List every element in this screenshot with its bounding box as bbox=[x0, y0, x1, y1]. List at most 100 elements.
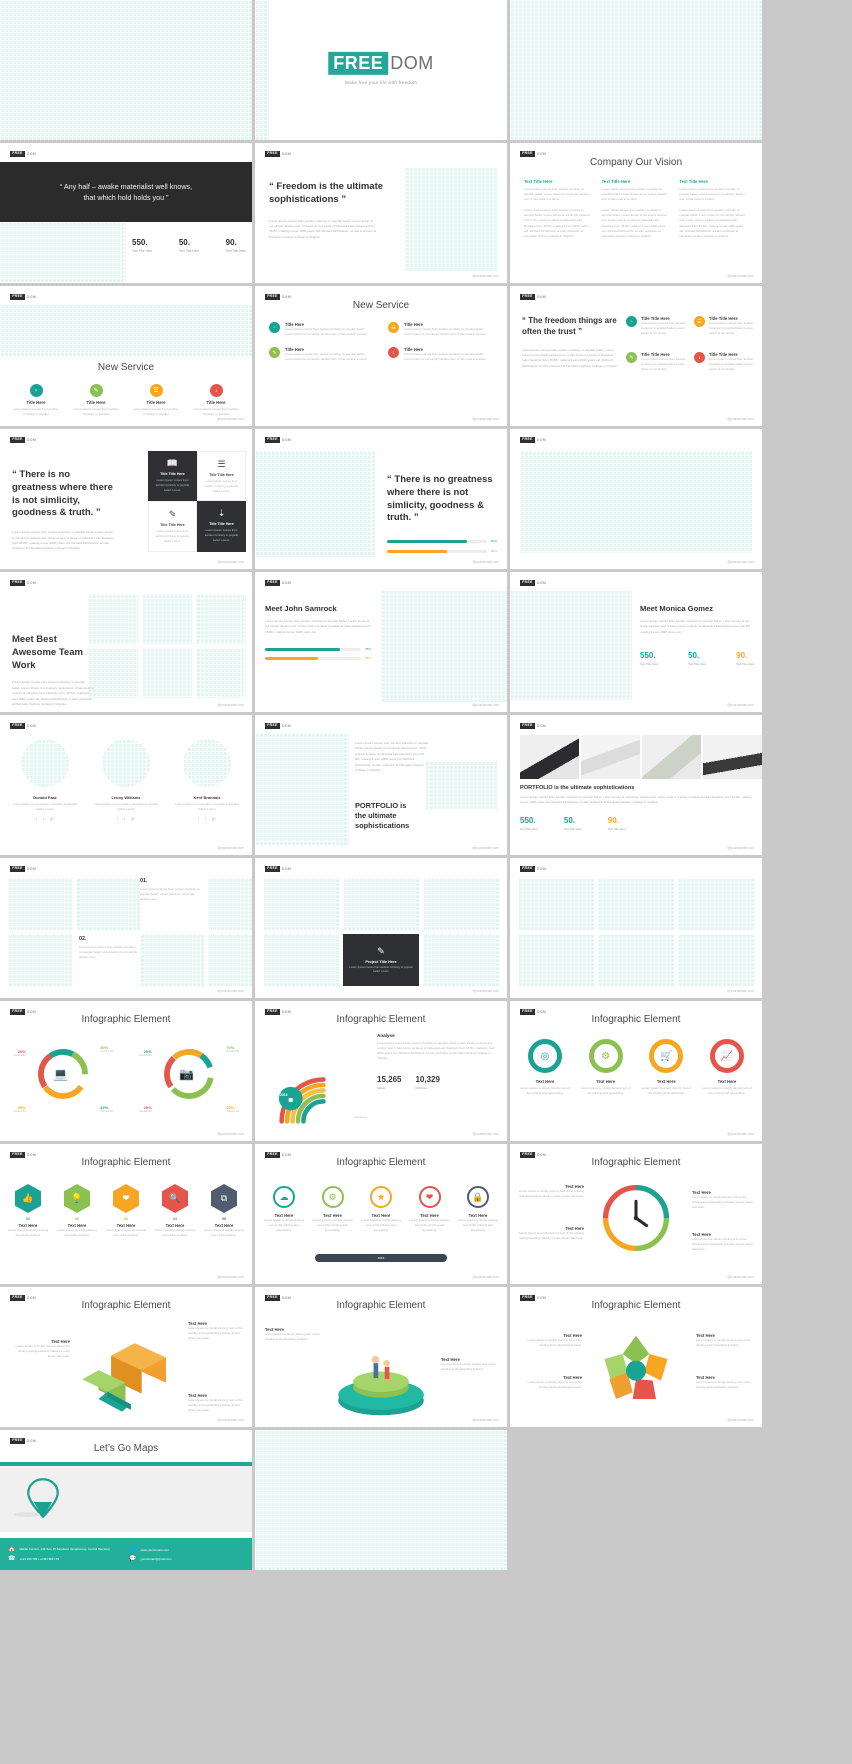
contact-item[interactable]: 🌐 www.yourdomain.com bbox=[129, 1546, 244, 1553]
team-photo-placeholder[interactable] bbox=[196, 648, 246, 698]
slide-infographic-hex[interactable]: FREE DOM Infographic Element 👍 01 Text He… bbox=[0, 1144, 252, 1284]
team-photo-placeholder[interactable] bbox=[142, 648, 192, 698]
social-links[interactable]: f t g+ bbox=[10, 817, 80, 821]
slide-quote-dark[interactable]: FREE DOM “ Any half – awake materialist w… bbox=[0, 143, 252, 283]
circle-item[interactable]: 🔒 Text Here Lorem Ipsum is simply dummy … bbox=[457, 1186, 499, 1233]
portfolio-cell[interactable] bbox=[518, 934, 594, 986]
hex-item[interactable]: ❤ 03 Text Here Lorem Ipsum is simply dum… bbox=[104, 1184, 148, 1238]
portfolio-photo[interactable] bbox=[520, 735, 579, 779]
service-item[interactable]: ↓ Title Here Lorem Ipsum comes from sect… bbox=[186, 384, 246, 417]
portfolio-photo[interactable] bbox=[703, 735, 762, 779]
team-member-card[interactable]: Donald Faaz Lorem Ipsum is not random. C… bbox=[10, 739, 80, 821]
slide-portfolio-grid[interactable]: FREE DOM @yourdomain.com bbox=[510, 858, 762, 998]
slide-maps[interactable]: FREE DOM Let’s Go Maps 🏠 Middle Centers, … bbox=[0, 1430, 252, 1570]
circle-item[interactable]: ❤ Text Here Lorem Ipsum is simply dummy … bbox=[409, 1186, 451, 1233]
ring-item[interactable]: ◎ Text Here Lorem Ipsum is simply dummy … bbox=[518, 1039, 572, 1096]
portfolio-cell[interactable] bbox=[140, 934, 204, 986]
portfolio-cell[interactable] bbox=[76, 878, 140, 930]
circle-item[interactable]: ⚙ Text Here Lorem Ipsum is simply dummy … bbox=[312, 1186, 354, 1233]
greatness-tile[interactable]: ⇣ Title Title Here Lorem Ipsum comes fro… bbox=[197, 501, 246, 552]
slide-infographic-3d-arc[interactable]: FREE DOM Infographic Element Text Here Lo… bbox=[0, 1287, 252, 1427]
slide-blank-pattern-a[interactable]: FREE DOM @yourdomain.com bbox=[510, 429, 762, 569]
slide-team-work[interactable]: FREE DOM Meet Best Awesome Team Work Lore… bbox=[0, 572, 252, 712]
trust-item[interactable]: ▫ Title Title Here Lorem Ipsum comes from… bbox=[626, 316, 686, 336]
slide-numbered-portfolio[interactable]: FREE DOM 02. Lorem Ipsum comes from secti… bbox=[0, 858, 252, 998]
project-cell[interactable] bbox=[423, 934, 499, 986]
slide-team-members[interactable]: FREE DOM Donald Faaz Lorem Ipsum is not r… bbox=[0, 715, 252, 855]
service-item[interactable]: ☰ Title Here Lorem Ipsum comes from secti… bbox=[388, 322, 493, 337]
hex-item[interactable]: 💡 02 Text Here Lorem Ipsum is simply dum… bbox=[55, 1184, 99, 1238]
ring-item[interactable]: ⚙ Text Here Lorem Ipsum is simply dummy … bbox=[579, 1039, 633, 1096]
greatness-tile[interactable]: ☰ Title Title Here Lorem Ipsum comes fro… bbox=[197, 451, 246, 502]
slide-end-pattern[interactable] bbox=[255, 1430, 507, 1570]
social-links[interactable]: f t g+ bbox=[91, 817, 161, 821]
ring-item[interactable]: 📈 Text Here Lorem Ipsum is simply dummy … bbox=[700, 1039, 754, 1096]
slide-meet-monica[interactable]: FREE DOM Meet Monica Gomez Lorem Ipsum co… bbox=[510, 572, 762, 712]
team-member-card[interactable]: Kent Brandals Lorem Ipsum is not random.… bbox=[172, 739, 242, 821]
slide-new-service-b[interactable]: FREE DOM New Service ▫ Title Here Lorem Ip… bbox=[255, 286, 507, 426]
ring-item[interactable]: 🛒 Text Here Lorem Ipsum is simply dummy … bbox=[639, 1039, 693, 1096]
map-canvas[interactable] bbox=[0, 1466, 252, 1532]
team-photo-placeholder[interactable] bbox=[88, 648, 138, 698]
slide-infographic-circles[interactable]: FREE DOM Infographic Element ☁ Text Here … bbox=[255, 1144, 507, 1284]
slide-company-vision[interactable]: FREE DOM Company Our Vision Text Title He… bbox=[510, 143, 762, 283]
greatness-tile[interactable]: ✎ Title Title Here Lorem Ipsum comes fro… bbox=[148, 501, 197, 552]
trust-item[interactable]: ☰ Title Title Here Lorem Ipsum comes from… bbox=[694, 316, 754, 336]
contact-item[interactable]: ☎ +123 456 789 / +2424 5837 83 bbox=[8, 1555, 123, 1562]
slide-infographic-island[interactable]: FREE DOM Infographic Element Text Here Lo… bbox=[255, 1287, 507, 1427]
portfolio-photo[interactable] bbox=[642, 735, 701, 779]
service-item[interactable]: ▫ Title Here Lorem Ipsum comes from secti… bbox=[269, 322, 374, 337]
portfolio-cell[interactable] bbox=[598, 934, 674, 986]
portfolio-cell[interactable] bbox=[678, 934, 754, 986]
slide-freedom-trust[interactable]: FREE DOM “ The freedom things are often t… bbox=[510, 286, 762, 426]
slide-greatness-bars[interactable]: FREE DOM “ There is no greatness where th… bbox=[255, 429, 507, 569]
slide-project-tile[interactable]: FREE DOM ✎ Project Title Here Lorem Ipsum… bbox=[255, 858, 507, 998]
project-feature-tile[interactable]: ✎ Project Title Here Lorem Ipsum comes f… bbox=[343, 934, 419, 986]
project-cell[interactable] bbox=[263, 934, 339, 986]
slide-freedom-ultimate[interactable]: FREE DOM “ Freedom is the ultimate sophis… bbox=[255, 143, 507, 283]
hex-item[interactable]: 👍 01 Text Here Lorem Ipsum is simply dum… bbox=[6, 1184, 50, 1238]
portfolio-cell[interactable] bbox=[678, 878, 754, 930]
slide-infographic-donuts[interactable]: FREE DOM Infographic Element 💻 20% Content… bbox=[0, 1001, 252, 1141]
portfolio-cell[interactable] bbox=[8, 878, 72, 930]
service-item[interactable]: ☰ Title Here Lorem Ipsum comes from sect… bbox=[126, 384, 186, 417]
social-links[interactable]: f t g+ bbox=[172, 817, 242, 821]
slide-portfolio-photos[interactable]: FREE DOM PORTFOLIO is the ultimate sophis… bbox=[510, 715, 762, 855]
project-cell[interactable] bbox=[263, 878, 339, 930]
slide-greatness-tiles[interactable]: FREE DOM “ There is no greatness where th… bbox=[0, 429, 252, 569]
slide-portfolio-ultimate[interactable]: FREE DOM Lorem Ipsum comes from section C… bbox=[255, 715, 507, 855]
slide-infographic-analyse[interactable]: FREE DOM Infographic Element ■ 2016 of so… bbox=[255, 1001, 507, 1141]
service-item[interactable]: ✎ Title Here Lorem Ipsum comes from secti… bbox=[269, 347, 374, 362]
slide-infographic-clock[interactable]: FREE DOM Infographic Element Text Here Lo… bbox=[510, 1144, 762, 1284]
service-item[interactable]: ▫ Title Here Lorem Ipsum comes from sect… bbox=[6, 384, 66, 417]
slide-meet-john[interactable]: FREE DOM Meet John Samrock Lorem Ipsum co… bbox=[255, 572, 507, 712]
slide-infographic-flower[interactable]: FREE DOM Infographic Element Text Here Lo… bbox=[510, 1287, 762, 1427]
hex-item[interactable]: ⧉ 05 Text Here Lorem Ipsum is simply dum… bbox=[202, 1184, 246, 1238]
portfolio-cell[interactable] bbox=[208, 934, 252, 986]
trust-item[interactable]: ↓ Title Title Here Lorem Ipsum comes from… bbox=[694, 352, 754, 372]
circle-item[interactable]: ★ Text Here Lorem Ipsum is simply dummy … bbox=[360, 1186, 402, 1233]
slide-cover-right-pattern[interactable] bbox=[510, 0, 762, 140]
hex-item[interactable]: 🔍 04 Text Here Lorem Ipsum is simply dum… bbox=[153, 1184, 197, 1238]
team-photo-placeholder[interactable] bbox=[196, 594, 246, 644]
portfolio-photo[interactable] bbox=[581, 735, 640, 779]
slide-cover-left-pattern[interactable] bbox=[0, 0, 252, 140]
portfolio-cell[interactable] bbox=[208, 878, 252, 930]
slide-infographic-rings[interactable]: FREE DOM Infographic Element ◎ Text Here … bbox=[510, 1001, 762, 1141]
portfolio-cell[interactable] bbox=[8, 934, 72, 986]
project-cell[interactable] bbox=[343, 878, 419, 930]
trust-item[interactable]: ✎ Title Title Here Lorem Ipsum comes from… bbox=[626, 352, 686, 372]
service-item[interactable]: ↓ Title Here Lorem Ipsum comes from secti… bbox=[388, 347, 493, 362]
team-photo-placeholder[interactable] bbox=[88, 594, 138, 644]
contact-item[interactable]: 🏠 Middle Centers, 245 Ters. Pt.Sandress … bbox=[8, 1546, 123, 1553]
timeline-bar[interactable]: 2016 bbox=[315, 1254, 447, 1262]
greatness-tile[interactable]: 📖 Title Title Here Lorem Ipsum comes fro… bbox=[148, 451, 197, 502]
slide-cover[interactable]: FREE DOM Make free your life with freedo… bbox=[255, 0, 507, 140]
portfolio-cell[interactable] bbox=[518, 878, 594, 930]
team-member-card[interactable]: Leony Williams Lorem Ipsum is not random… bbox=[91, 739, 161, 821]
team-photo-placeholder[interactable] bbox=[142, 594, 192, 644]
project-cell[interactable] bbox=[423, 878, 499, 930]
circle-item[interactable]: ☁ Text Here Lorem Ipsum is simply dummy … bbox=[263, 1186, 305, 1233]
service-item[interactable]: ✎ Title Here Lorem Ipsum comes from sect… bbox=[66, 384, 126, 417]
portfolio-cell[interactable] bbox=[598, 878, 674, 930]
